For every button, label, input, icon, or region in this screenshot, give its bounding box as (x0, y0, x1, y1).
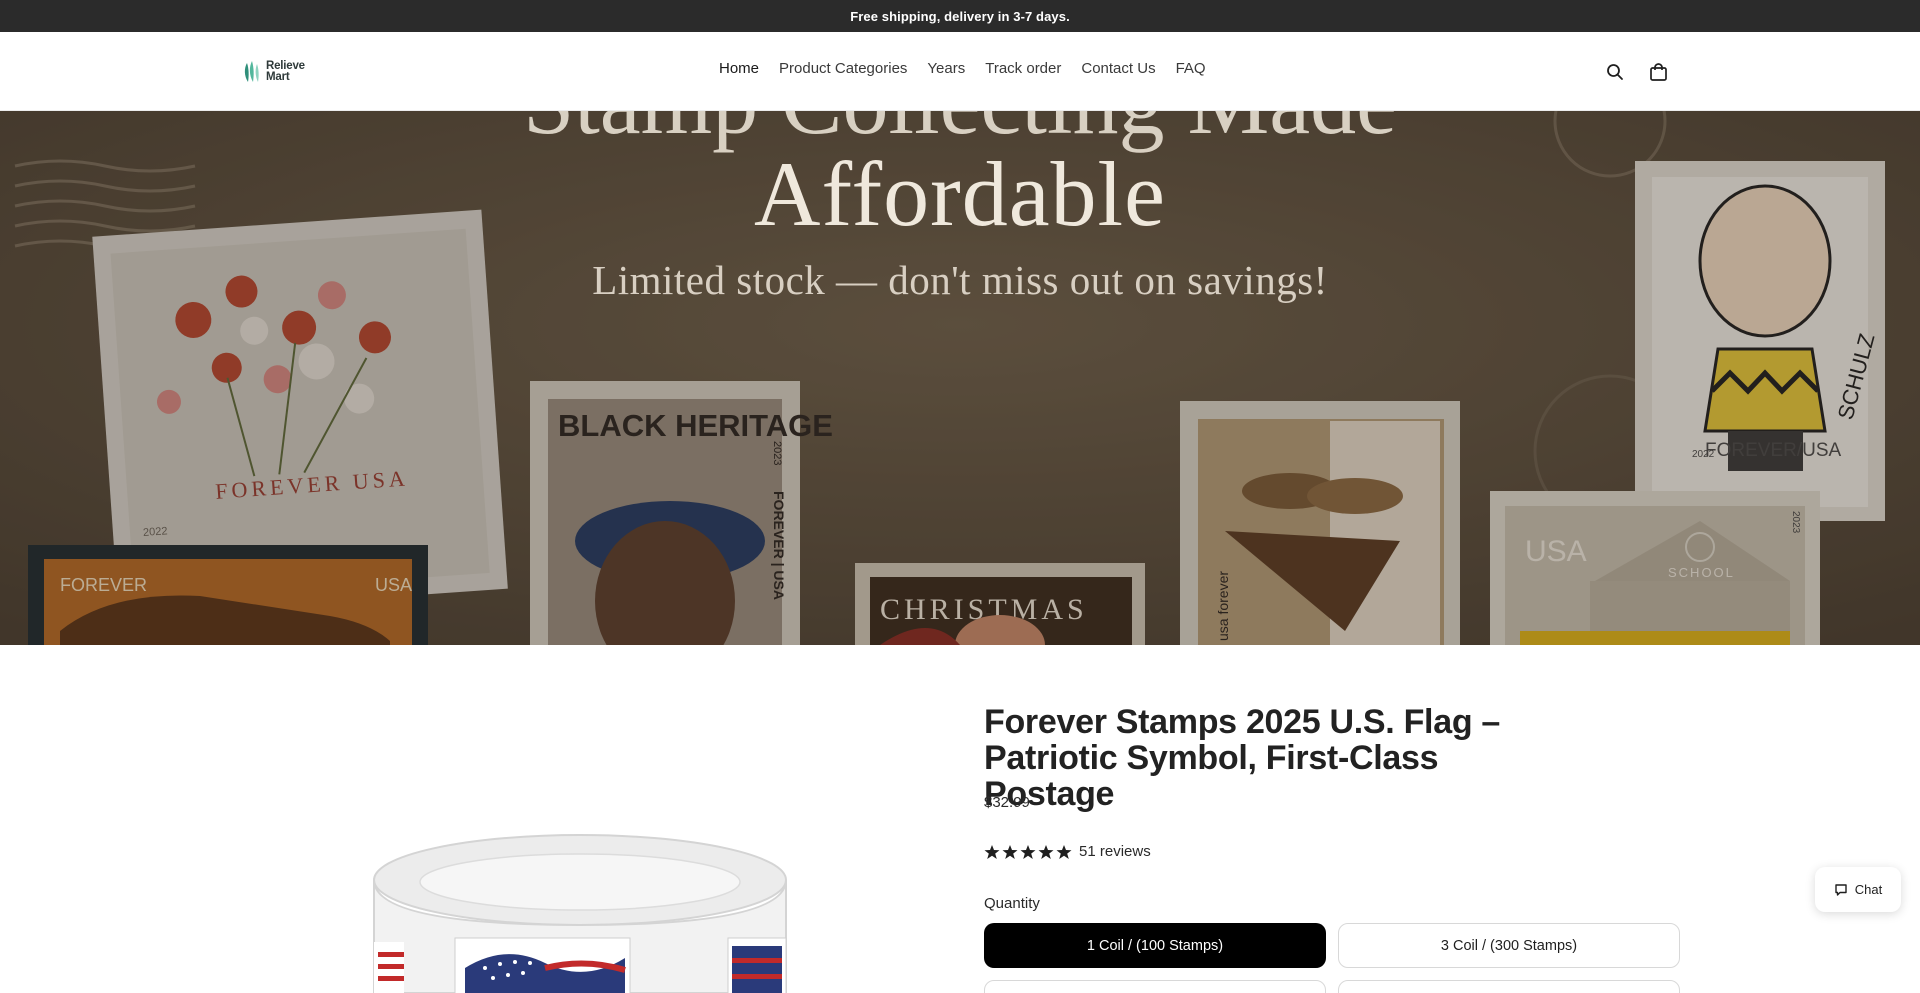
cart-button[interactable] (1647, 61, 1669, 83)
quantity-option-3-coil[interactable]: 3 Coil / (300 Stamps) (1338, 923, 1680, 968)
product-title: Forever Stamps 2025 U.S. Flag – Patrioti… (984, 703, 1501, 813)
quantity-option-1-coil[interactable]: 1 Coil / (100 Stamps) (984, 923, 1326, 968)
logo-line2: Mart (266, 71, 290, 83)
product-image[interactable] (360, 830, 800, 993)
nav-years[interactable]: Years (927, 60, 965, 77)
logo-text: Relieve Mart (266, 60, 305, 83)
site-header: Relieve Mart Home Product Categories Yea… (0, 32, 1920, 111)
hero-heading: Affordable (754, 143, 1166, 245)
logo[interactable]: Relieve Mart (243, 58, 305, 86)
quantity-label: Quantity (984, 895, 1040, 912)
nav-track-order[interactable]: Track order (985, 60, 1061, 77)
quantity-option[interactable] (984, 980, 1326, 993)
product-price: $32.99 (984, 794, 1030, 811)
search-icon (1607, 64, 1623, 80)
bag-icon (1649, 62, 1667, 81)
announcement-text: Free shipping, delivery in 3-7 days. (850, 8, 1070, 24)
reviews-count[interactable]: 51 reviews (1079, 843, 1151, 860)
star-icon (1056, 844, 1072, 859)
star-icon (984, 844, 1000, 859)
quantity-option[interactable] (1338, 980, 1680, 993)
product-rating[interactable]: 51 reviews (984, 843, 1151, 860)
nav-faq[interactable]: FAQ (1176, 60, 1206, 77)
hero-subheading: Limited stock — don't miss out on saving… (592, 257, 1328, 303)
star-icon (1002, 844, 1018, 859)
chat-label: Chat (1854, 882, 1883, 897)
nav-contact-us[interactable]: Contact Us (1081, 60, 1155, 77)
star-icon (1020, 844, 1036, 859)
star-icon (1038, 844, 1054, 859)
main-nav: Home Product Categories Years Track orde… (719, 60, 1226, 77)
rating-stars (984, 844, 1072, 860)
hero-banner[interactable]: FOREVER USA 2022 FOREVER USA BLACK HERIT… (0, 111, 1920, 645)
nav-home[interactable]: Home (719, 60, 759, 77)
chat-button[interactable]: Chat (1815, 867, 1901, 912)
logo-leaf-icon (244, 61, 259, 82)
chat-bubble-icon (1835, 883, 1847, 896)
announcement-bar: Free shipping, delivery in 3-7 days. (0, 0, 1920, 32)
search-button[interactable] (1604, 61, 1626, 83)
nav-product-categories[interactable]: Product Categories (779, 60, 907, 77)
